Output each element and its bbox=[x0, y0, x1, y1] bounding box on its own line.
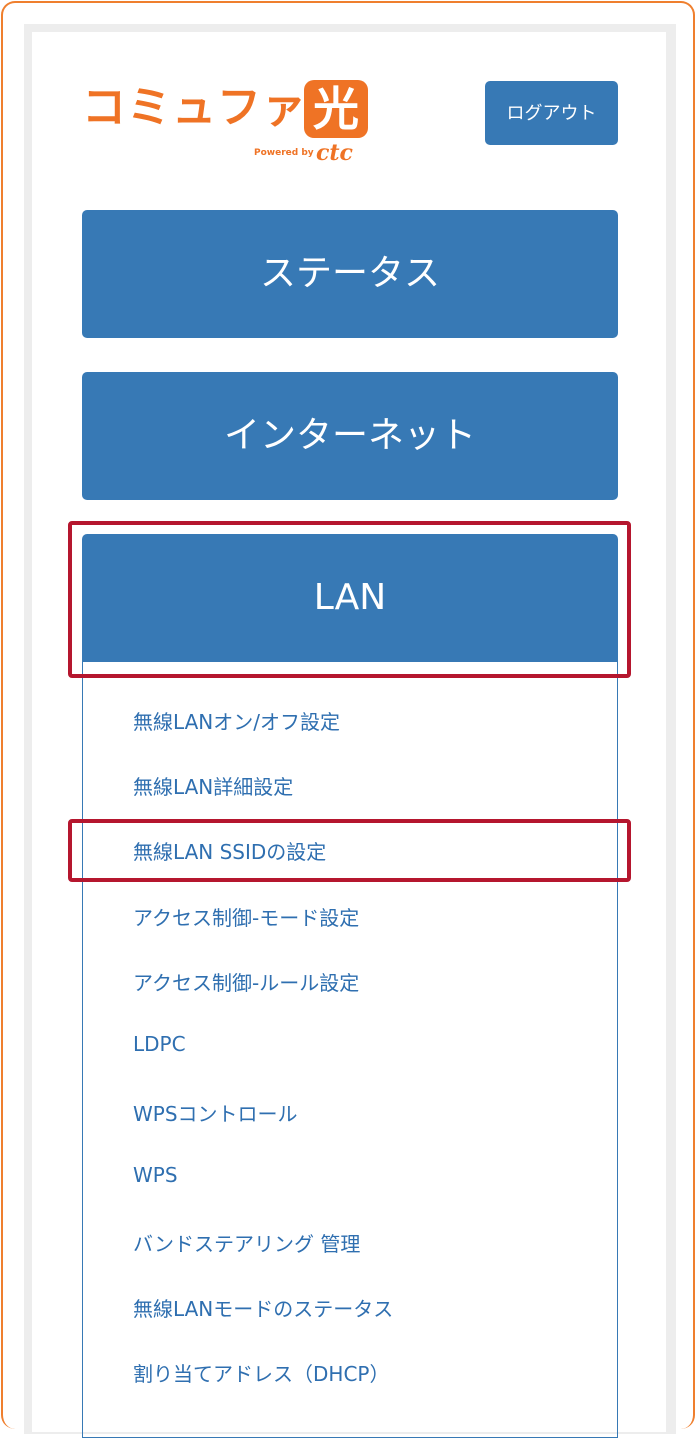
submenu-item-wps-control[interactable]: WPSコントロール bbox=[133, 1098, 298, 1127]
logout-button[interactable]: ログアウト bbox=[485, 81, 618, 145]
submenu-item-access-mode[interactable]: アクセス制御-モード設定 bbox=[133, 902, 359, 931]
submenu-item-band-steering[interactable]: バンドステアリング 管理 bbox=[133, 1228, 360, 1257]
submenu-item-wireless-mode-status[interactable]: 無線LANモードのステータス bbox=[133, 1293, 393, 1322]
submenu-item-wireless-onoff[interactable]: 無線LANオン/オフ設定 bbox=[133, 706, 340, 735]
menu-internet-button[interactable]: インターネット bbox=[82, 372, 618, 500]
lan-submenu: 無線LANオン/オフ設定 無線LAN詳細設定 無線LAN SSIDの設定 アクセ… bbox=[82, 658, 618, 1438]
logo-kanji-badge: 光 bbox=[304, 80, 368, 138]
submenu-item-wireless-ssid[interactable]: 無線LAN SSIDの設定 bbox=[133, 836, 326, 865]
submenu-item-access-rule[interactable]: アクセス制御-ルール設定 bbox=[133, 967, 359, 996]
submenu-item-dhcp[interactable]: 割り当てアドレス（DHCP） bbox=[133, 1358, 389, 1387]
submenu-item-wps[interactable]: WPS bbox=[133, 1163, 178, 1187]
logo-ctc: ctc bbox=[316, 140, 353, 166]
submenu-item-ldpc[interactable]: LDPC bbox=[133, 1032, 186, 1056]
logo-brand-text: コミュファ bbox=[82, 82, 307, 133]
menu-status-button[interactable]: ステータス bbox=[82, 210, 618, 338]
logo-powered-by: Powered by bbox=[254, 148, 314, 158]
menu-lan-button[interactable]: LAN bbox=[82, 534, 618, 662]
commufa-logo[interactable]: コミュファ 光 Powered by ctc bbox=[82, 80, 372, 166]
submenu-item-wireless-detail[interactable]: 無線LAN詳細設定 bbox=[133, 771, 293, 800]
